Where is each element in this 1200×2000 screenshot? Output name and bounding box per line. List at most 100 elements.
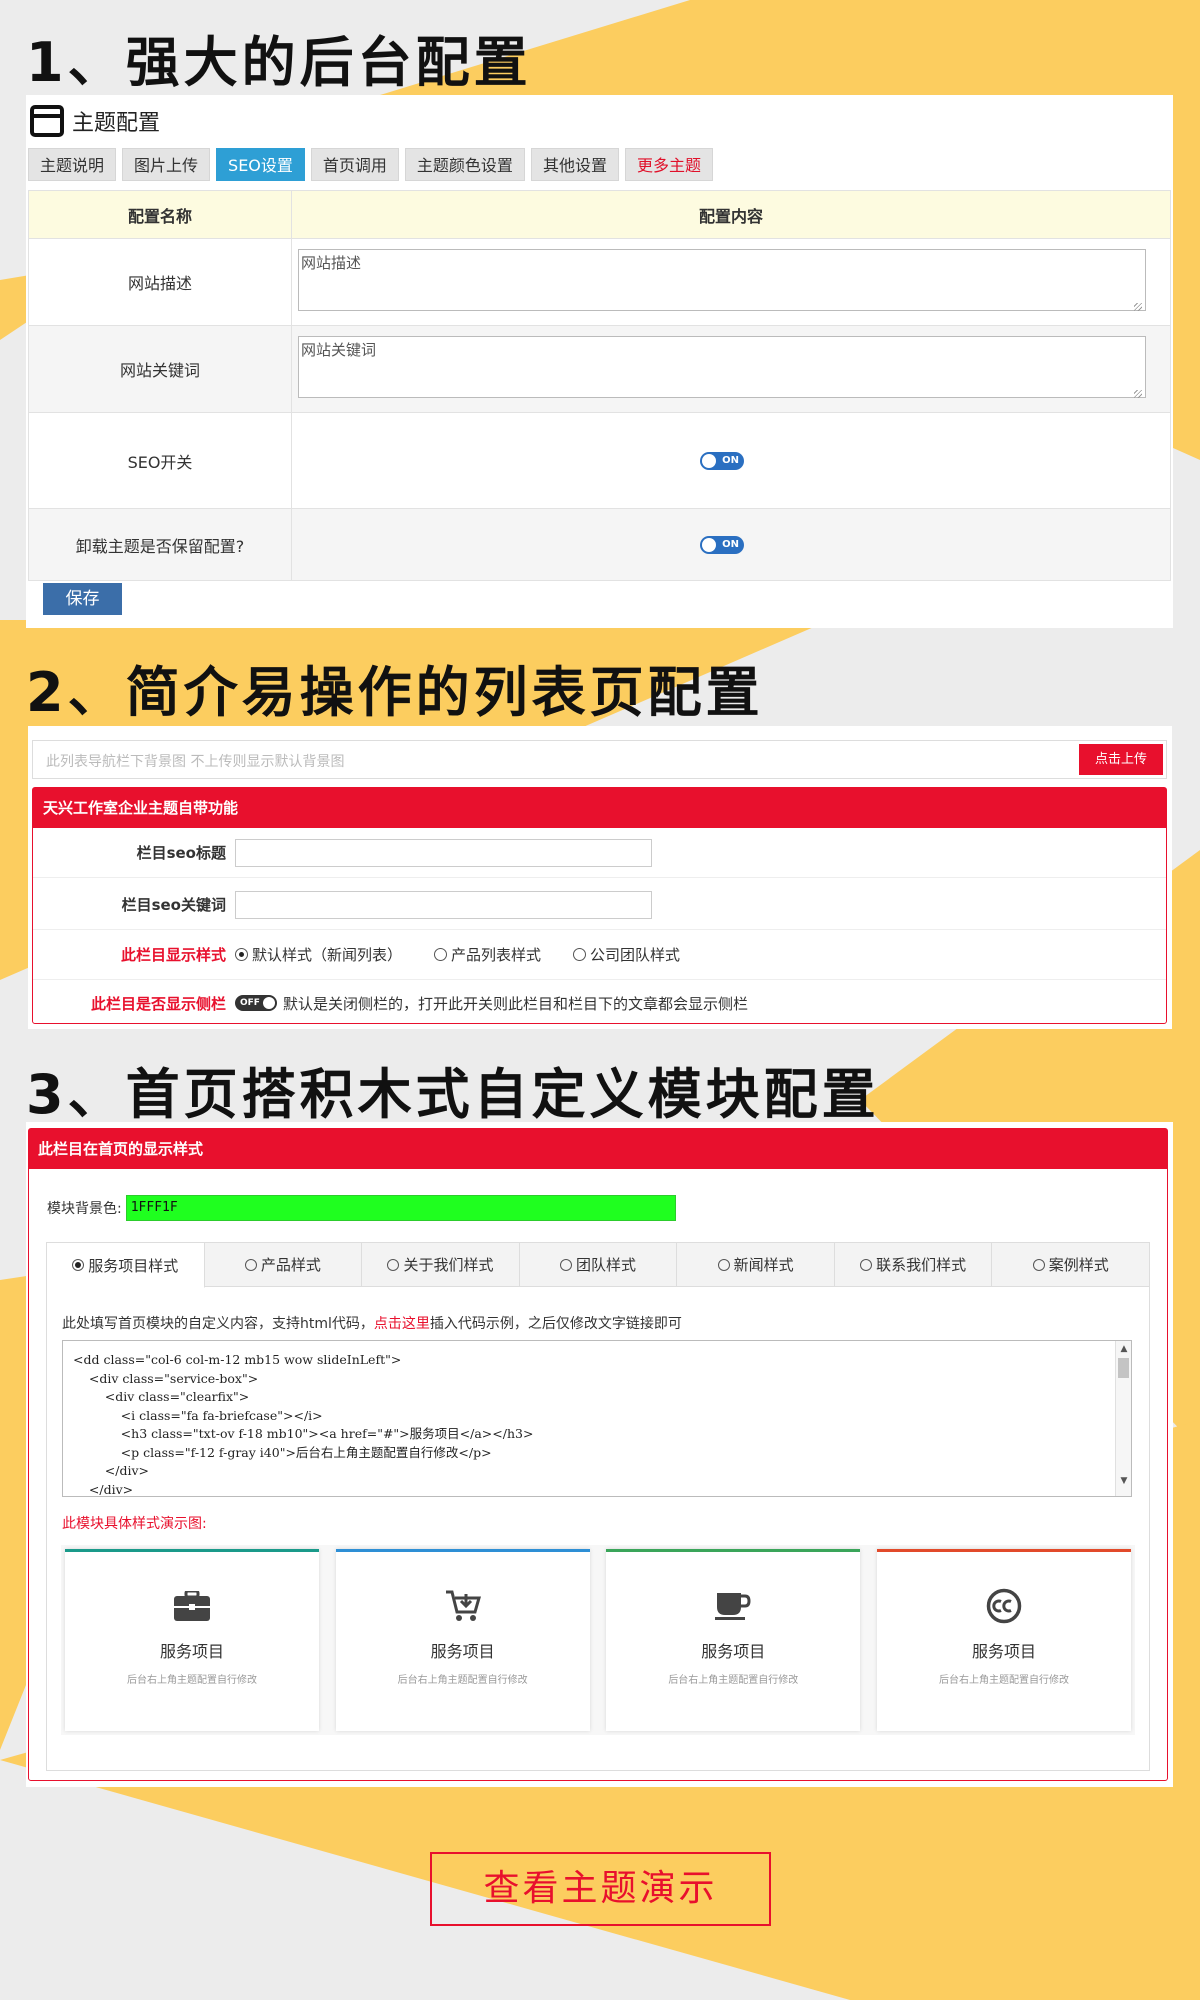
hint-text: 此处填写首页模块的自定义内容，支持html代码， <box>62 1316 374 1332</box>
radio-checked-icon <box>72 1259 85 1271</box>
scroll-thumb[interactable] <box>1118 1358 1129 1378</box>
site-keywords-input[interactable]: 网站关键词 <box>298 336 1146 398</box>
toggle-knob <box>263 997 275 1009</box>
tab-more-themes[interactable]: 更多主题 <box>624 148 713 181</box>
radio-unchecked-icon <box>1032 1258 1045 1271</box>
cart-icon <box>443 1586 483 1626</box>
upload-button[interactable]: 点击上传 <box>1079 744 1163 775</box>
heading-list-config: 2、简介易操作的列表页配置 <box>26 661 764 724</box>
sidebar-note: 默认是关闭侧栏的，打开此开关则此栏目和栏目下的文章都会显示侧栏 <box>283 994 749 1013</box>
radio-default-style[interactable]: 默认样式（新闻列表） <box>235 944 402 965</box>
card-subtitle: 后台右上角主题配置自行修改 <box>397 1675 528 1686</box>
card-title: 服务项目 <box>430 1642 495 1661</box>
tab-other-settings[interactable]: 其他设置 <box>530 148 619 181</box>
view-theme-demo-button[interactable]: 查看主题演示 <box>430 1852 771 1926</box>
heading-homepage-modules: 3、首页搭积木式自定义模块配置 <box>26 1063 880 1126</box>
seo-title-input[interactable] <box>235 838 652 867</box>
row-label-seo-switch: SEO开关 <box>28 412 292 509</box>
radio-unchecked-icon <box>244 1258 257 1271</box>
bg-color-label: 模块背景色: <box>47 1201 122 1217</box>
radio-checked-icon <box>235 948 248 961</box>
radio-unchecked-icon <box>560 1258 573 1271</box>
column-header-name: 配置名称 <box>28 190 292 239</box>
tab-label: 产品样式 <box>260 1256 321 1274</box>
briefcase-icon <box>172 1586 212 1626</box>
table-row: SEO开关 ON <box>28 412 1171 509</box>
radio-team-style[interactable]: 公司团队样式 <box>573 944 680 965</box>
table-header: 配置名称 配置内容 <box>28 190 1171 239</box>
tab-service-style[interactable]: 服务项目样式 <box>47 1243 205 1288</box>
tab-label: 关于我们样式 <box>403 1256 494 1274</box>
radio-product-style[interactable]: 产品列表样式 <box>434 944 541 965</box>
card-subtitle: 后台右上角主题配置自行修改 <box>668 1675 799 1686</box>
tab-label: 新闻样式 <box>733 1256 794 1274</box>
row-value-cell: 网站关键词 <box>291 325 1171 413</box>
sidebar-label: 此栏目是否显示侧栏 <box>90 994 226 1013</box>
background-upload-row: 此列表导航栏下背景图 不上传则显示默认背景图 点击上传 <box>32 740 1167 779</box>
row-label-site-keywords: 网站关键词 <box>28 325 292 413</box>
tab-seo-settings[interactable]: SEO设置 <box>216 148 305 181</box>
module-style-tabs: 服务项目样式 产品样式 关于我们样式 团队样式 新闻样式 联系我们样式 案例样式 <box>47 1243 1149 1288</box>
tab-case-style[interactable]: 案例样式 <box>992 1243 1149 1286</box>
tab-news-style[interactable]: 新闻样式 <box>677 1243 835 1286</box>
tab-theme-intro[interactable]: 主题说明 <box>28 148 117 181</box>
save-button[interactable]: 保存 <box>43 583 122 615</box>
radio-unchecked-icon <box>717 1258 730 1271</box>
code-scrollbar[interactable]: ▲ ▼ <box>1115 1341 1131 1496</box>
radio-label: 产品列表样式 <box>451 946 542 964</box>
module-tab-box: 服务项目样式 产品样式 关于我们样式 团队样式 新闻样式 联系我们样式 案例样式… <box>46 1242 1150 1771</box>
html-code-editor[interactable]: <dd class="col-6 col-m-12 mb15 wow slide… <box>62 1340 1132 1497</box>
service-card: 服务项目 后台右上角主题配置自行修改 <box>65 1549 319 1731</box>
panel-title: 主题配置 <box>30 103 160 139</box>
seo-switch-toggle[interactable]: ON <box>700 452 744 471</box>
card-subtitle: 后台右上角主题配置自行修改 <box>938 1675 1069 1686</box>
tab-label: 联系我们样式 <box>876 1256 967 1274</box>
display-style-label: 此栏目显示样式 <box>120 946 226 964</box>
insert-example-link[interactable]: 点击这里 <box>374 1316 430 1332</box>
tab-label: 团队样式 <box>576 1256 637 1274</box>
code-content: <dd class="col-6 col-m-12 mb15 wow slide… <box>73 1352 534 1497</box>
resize-grip-icon[interactable] <box>1134 303 1142 311</box>
keep-config-toggle[interactable]: ON <box>700 536 744 555</box>
seo-keywords-input[interactable] <box>235 890 652 919</box>
table-row: 网站关键词 网站关键词 <box>28 325 1171 413</box>
module-style-box: 此栏目在首页的显示样式 模块背景色: 1FFF1F 服务项目样式 产品样式 关于… <box>28 1128 1168 1781</box>
toggle-state-label: ON <box>722 455 739 467</box>
tab-label: 服务项目样式 <box>88 1256 179 1275</box>
tab-theme-color[interactable]: 主题颜色设置 <box>404 148 525 181</box>
radio-unchecked-icon <box>387 1258 400 1271</box>
window-icon <box>30 105 64 137</box>
tab-label: 案例样式 <box>1048 1256 1109 1274</box>
radio-unchecked-icon <box>434 948 448 961</box>
tab-product-style[interactable]: 产品样式 <box>205 1243 363 1286</box>
tab-image-upload[interactable]: 图片上传 <box>122 148 211 181</box>
toggle-knob <box>702 454 716 469</box>
row-value-cell: 网站描述 <box>291 238 1171 326</box>
row-value-cell: ON <box>291 508 1171 581</box>
row-label-site-description: 网站描述 <box>28 238 292 326</box>
service-card: 服务项目 后台右上角主题配置自行修改 <box>335 1549 590 1731</box>
tab-contact-style[interactable]: 联系我们样式 <box>835 1243 993 1286</box>
scroll-up-icon[interactable]: ▲ <box>1116 1342 1131 1356</box>
tab-about-style[interactable]: 关于我们样式 <box>362 1243 520 1286</box>
form-row: 此栏目显示样式 默认样式（新闻列表） 产品列表样式 公司团队样式 <box>33 930 1166 980</box>
form-row: 此栏目是否显示侧栏 OFF 默认是关闭侧栏的，打开此开关则此栏目和栏目下的文章都… <box>33 978 1166 1028</box>
row-label-keep-config: 卸载主题是否保留配置? <box>28 508 292 581</box>
panel-title-text: 主题配置 <box>72 111 161 136</box>
row-value-cell: ON <box>291 412 1171 509</box>
toggle-state-label: ON <box>722 539 739 551</box>
site-description-input[interactable]: 网站描述 <box>298 249 1146 311</box>
coffee-cup-icon <box>713 1586 753 1626</box>
resize-grip-icon[interactable] <box>1134 390 1142 398</box>
demo-label: 此模块具体样式演示图: <box>62 1516 207 1532</box>
sidebar-toggle[interactable]: OFF <box>235 995 277 1011</box>
card-subtitle: 后台右上角主题配置自行修改 <box>127 1675 257 1686</box>
tab-team-style[interactable]: 团队样式 <box>520 1243 678 1286</box>
radio-label: 公司团队样式 <box>590 946 681 964</box>
bg-color-input[interactable]: 1FFF1F <box>125 1195 676 1221</box>
scroll-down-icon[interactable]: ▼ <box>1116 1474 1131 1488</box>
toggle-knob <box>702 538 716 553</box>
seo-title-label: 栏目seo标题 <box>136 844 226 862</box>
upload-placeholder[interactable]: 此列表导航栏下背景图 不上传则显示默认背景图 <box>46 751 344 771</box>
tab-homepage-call[interactable]: 首页调用 <box>310 148 399 181</box>
